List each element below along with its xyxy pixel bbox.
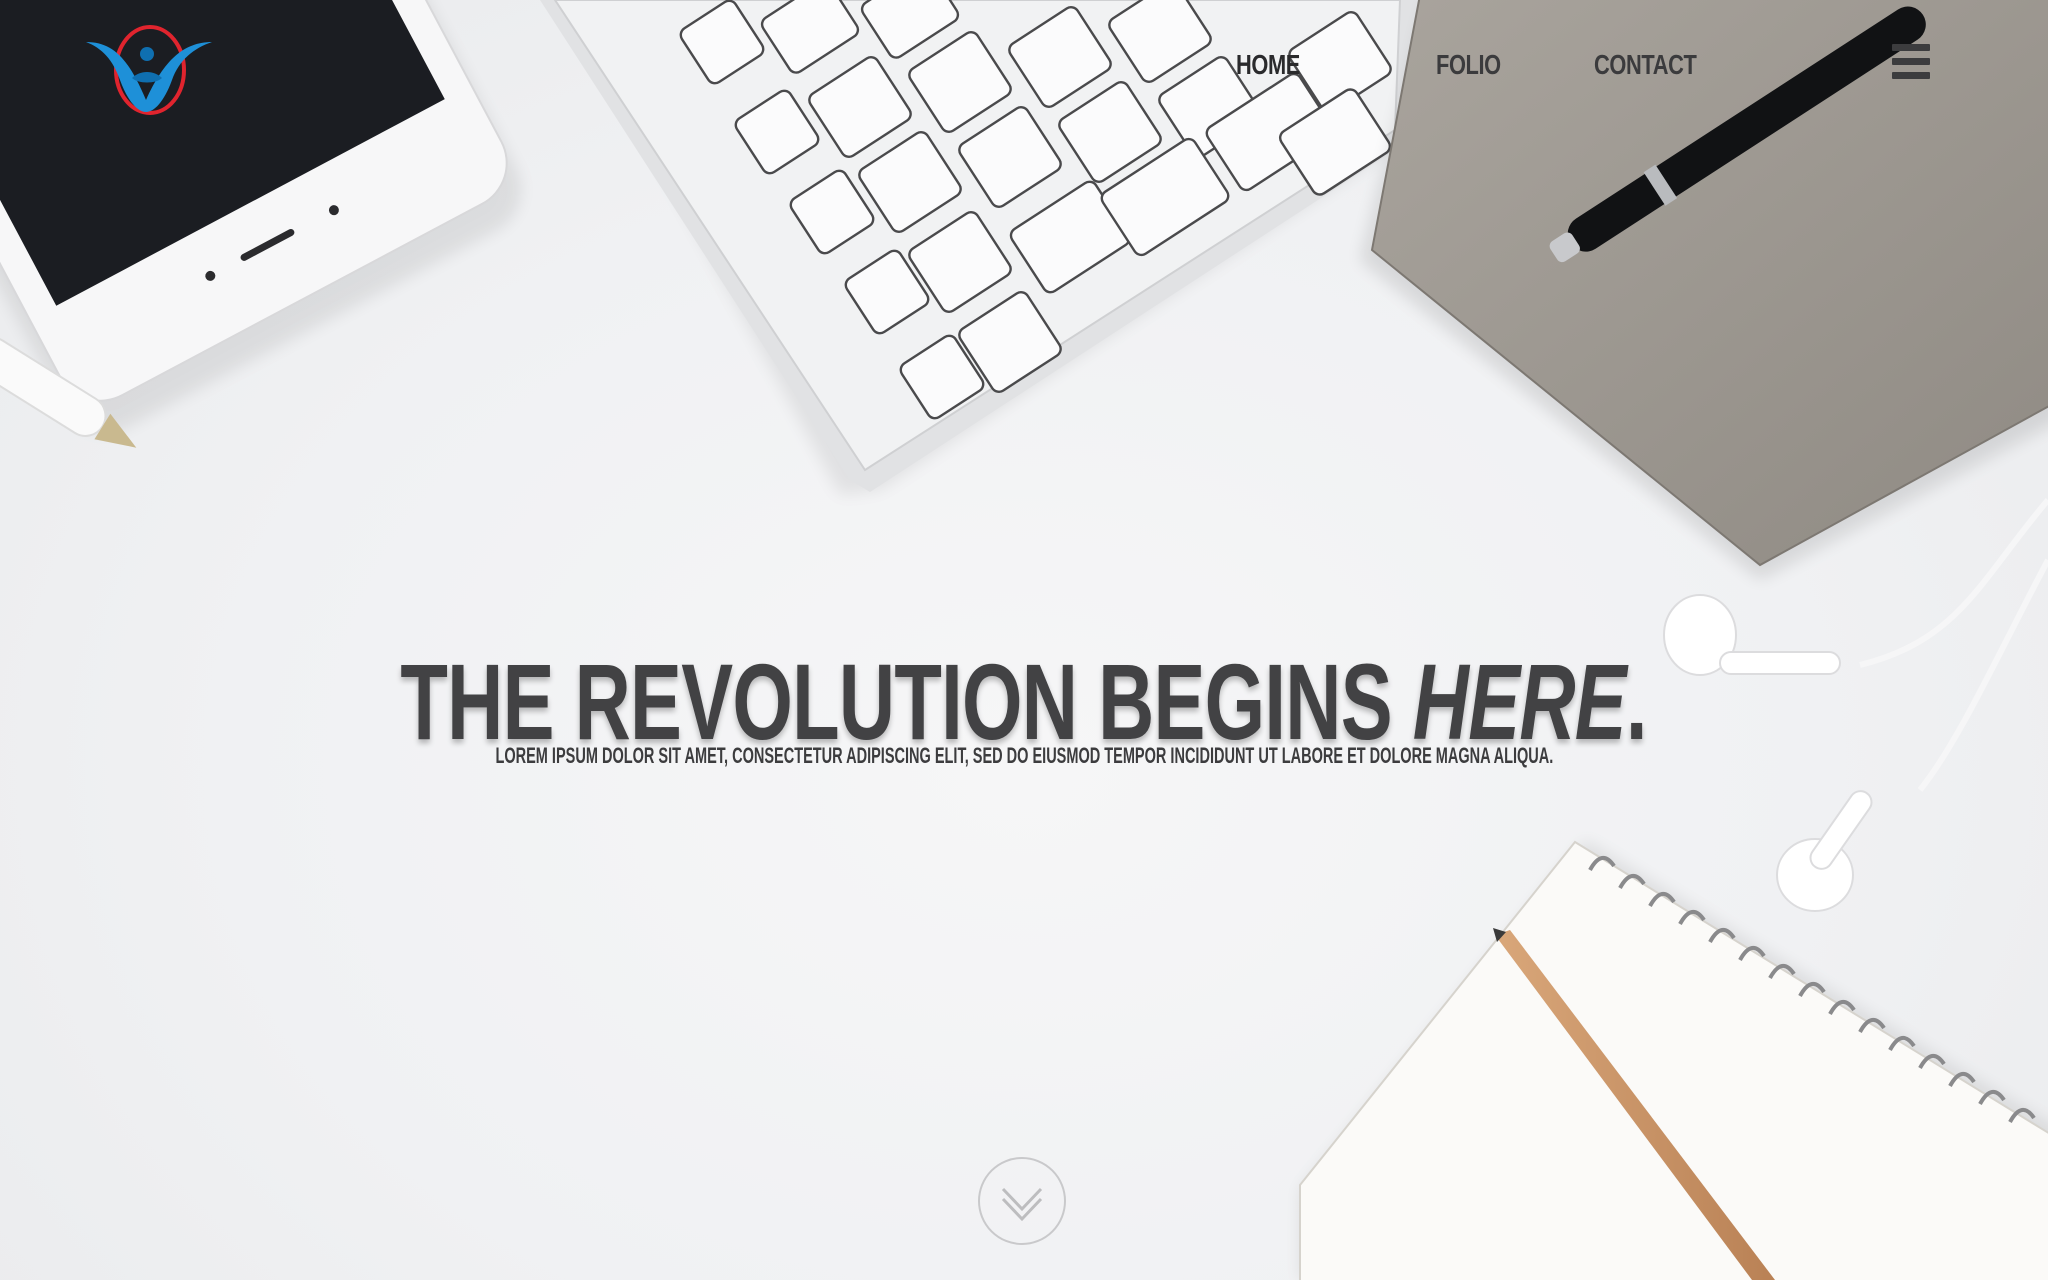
nav-contact-link[interactable]: CONTACT [1594, 40, 1697, 90]
hamburger-menu-icon[interactable] [1888, 40, 1934, 86]
main-nav: HOME FOLIO CONTACT [0, 40, 2048, 90]
scroll-down-button[interactable] [978, 1157, 1066, 1245]
desk-background-image [0, 0, 2048, 1280]
chevron-down-icon [1001, 1187, 1043, 1222]
hero-subtitle: LOREM IPSUM DOLOR SIT AMET, CONSECTETUR … [0, 742, 2048, 770]
nav-home-link[interactable]: HOME [1236, 40, 1300, 90]
landing-page: HOME FOLIO CONTACT THE REVOLUTION BEGINS… [0, 0, 2048, 1280]
hamburger-bar [1892, 44, 1930, 51]
hamburger-bar [1892, 58, 1930, 65]
hamburger-bar [1892, 72, 1930, 79]
spiral-notebook-image [1299, 840, 2048, 1280]
hero-subtitle-text: LOREM IPSUM DOLOR SIT AMET, CONSECTETUR … [495, 743, 1553, 768]
nav-folio-link[interactable]: FOLIO [1436, 40, 1501, 90]
